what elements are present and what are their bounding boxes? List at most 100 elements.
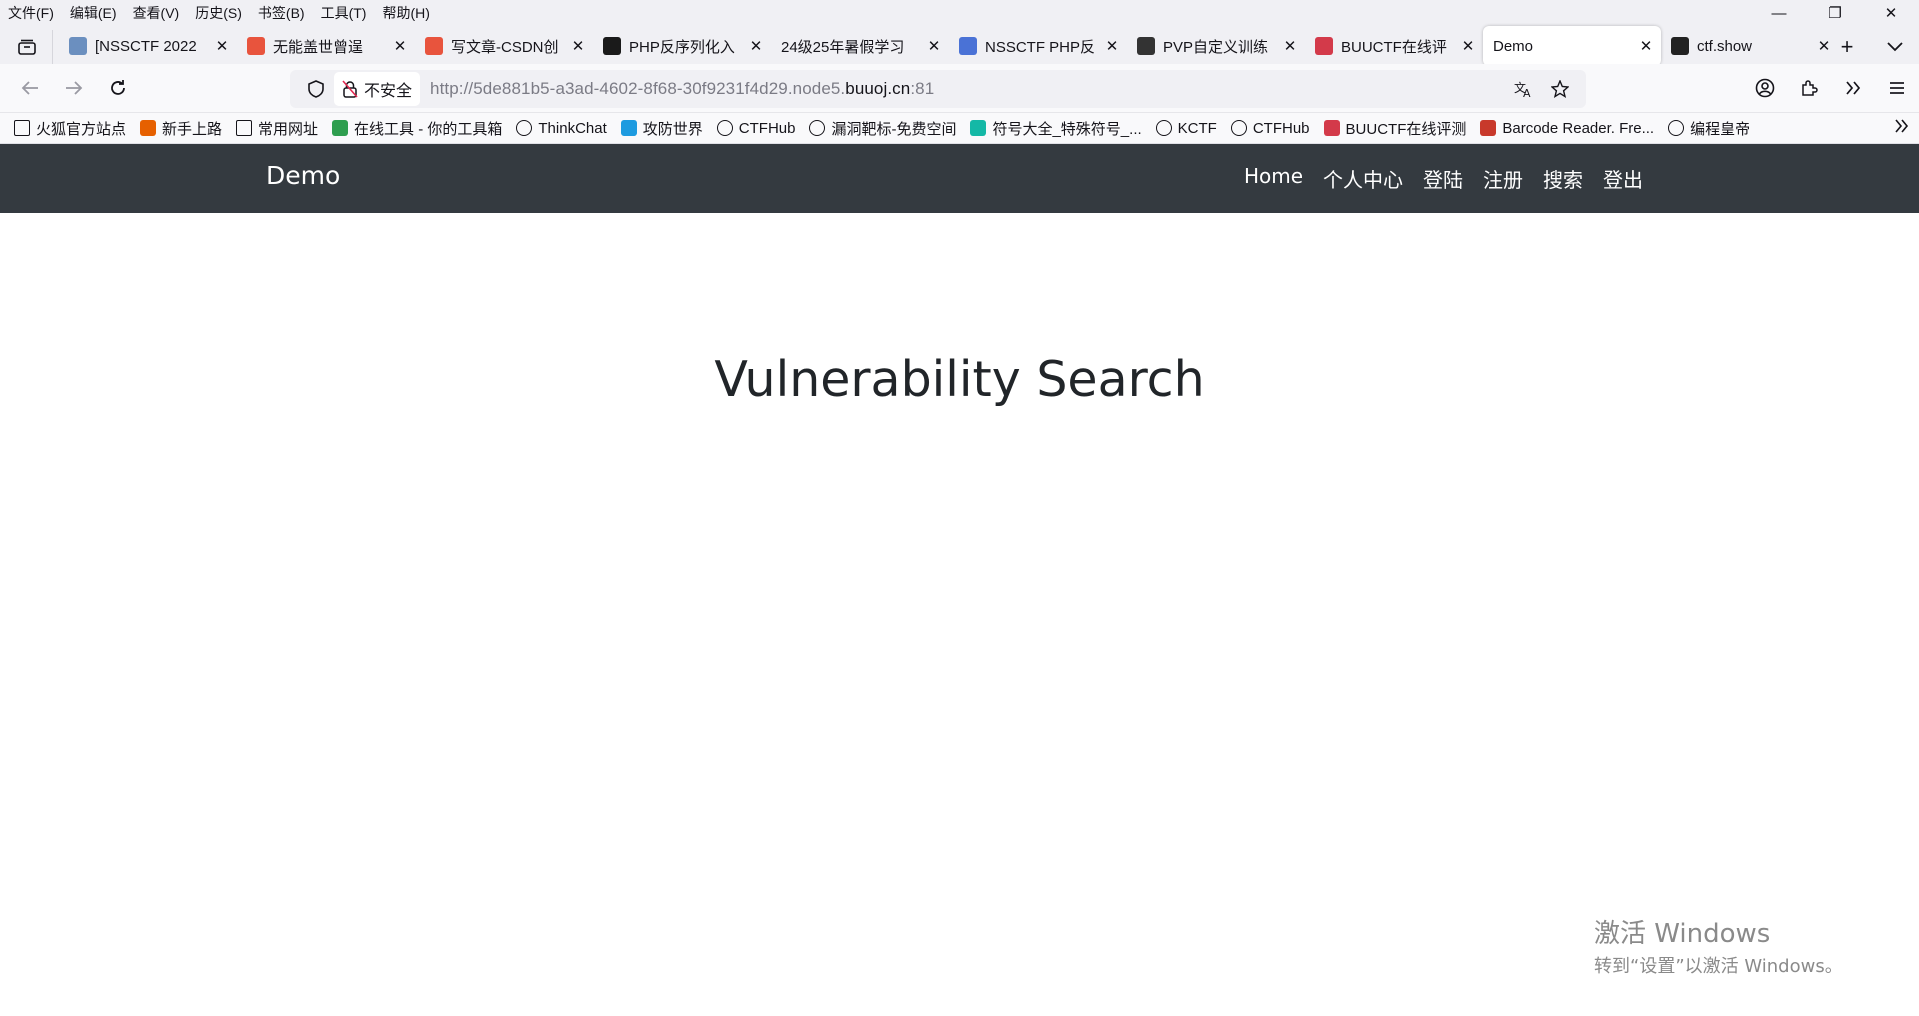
list-all-tabs-button[interactable] [1871,30,1919,64]
bookmark-star-button[interactable] [1542,80,1578,98]
arrow-left-icon [21,81,38,95]
firefox-view-button[interactable] [10,30,44,64]
bookmarks-list: 火狐官方站点 新手上路 常用网址 在线工具 - 你的工具箱 ThinkChat 攻防世界 C… [14,118,1764,139]
close-tab-icon[interactable]: ✕ [391,37,409,55]
menu-view[interactable]: 查看(V) [133,3,180,23]
bookmark-item[interactable]: KCTF [1155,120,1217,137]
app-menu-button[interactable] [1875,81,1919,95]
close-tab-icon[interactable]: ✕ [213,37,231,55]
tab[interactable]: NSSCTF PHP反 ✕ [949,26,1127,66]
ctfhub-icon [1230,120,1247,136]
site-nav-links: Home 个人中心 登陆 注册 搜索 登出 [1224,164,1643,193]
nav-logout-link[interactable]: 登出 [1603,164,1643,193]
translate-icon: 文A [1514,80,1531,98]
tab[interactable]: 24级25年暑假学习 ✕ [771,26,949,66]
tab[interactable]: 写文章-CSDN创 ✕ [415,26,593,66]
tracking-protection-button[interactable] [298,80,334,98]
tab-strip: [NSSCTF 2022 ✕ 无能盖世曾逞 ✕ 写文章-CSDN创 ✕ PHP反序列化入 ✕ 2… [59,26,1839,66]
close-tab-icon[interactable]: ✕ [925,37,943,55]
site-navbar: Demo Home 个人中心 登陆 注册 搜索 登出 [0,144,1919,213]
close-tab-icon[interactable]: ✕ [1637,37,1655,55]
close-tab-icon[interactable]: ✕ [1281,37,1299,55]
tab[interactable]: ctf.show ✕ [1661,26,1839,66]
close-tab-icon[interactable]: ✕ [1103,37,1121,55]
nav-search-link[interactable]: 搜索 [1543,164,1583,193]
tab-title: [NSSCTF 2022 [95,37,197,55]
site-info-button[interactable]: 不安全 [334,72,421,106]
new-tab-button[interactable]: + [1823,30,1871,64]
restore-button[interactable]: ❐ [1807,0,1863,26]
nssctf-icon [959,37,977,55]
tab[interactable]: [NSSCTF 2022 ✕ [59,26,237,66]
bookmark-label: BUUCTF在线评测 [1345,120,1467,138]
bookmark-item[interactable]: BUUCTF在线评测 [1323,118,1467,139]
double-chevron-right-icon [1895,119,1909,133]
bookmark-label: 在线工具 - 你的工具箱 [354,120,503,138]
back-button[interactable] [8,66,52,110]
navigation-toolbar: 不安全 http://5de881b5-a3ad-4602-8f68-30f92… [0,64,1919,113]
flag-icon [1137,37,1155,55]
overflow-menu-button[interactable] [1831,81,1875,95]
menu-history[interactable]: 历史(S) [195,3,242,23]
close-window-button[interactable]: ✕ [1863,0,1919,26]
bookmark-item[interactable]: CTFHub [716,120,795,137]
site-brand[interactable]: Demo [266,161,340,190]
tab-bar: [NSSCTF 2022 ✕ 无能盖世曾逞 ✕ 写文章-CSDN创 ✕ PHP反序列化入 ✕ 2… [0,26,1919,66]
menu-bookmarks[interactable]: 书签(B) [258,3,305,23]
menu-edit[interactable]: 编辑(E) [70,3,117,23]
watermark-title: 激活 Windows [1594,919,1771,949]
nav-profile-link[interactable]: 个人中心 [1323,164,1403,193]
account-icon [1755,78,1775,98]
close-tab-icon[interactable]: ✕ [569,37,587,55]
folder-icon [236,120,253,136]
bookmark-item[interactable]: 攻防世界 [620,118,703,139]
bookmark-item[interactable]: ThinkChat [516,120,607,137]
tab-active[interactable]: Demo ✕ [1483,26,1661,66]
nav-home-link[interactable]: Home [1244,164,1303,193]
menu-tools[interactable]: 工具(T) [321,3,367,23]
forward-button[interactable] [52,66,96,110]
nssctf-icon [69,37,87,55]
nav-login-link[interactable]: 登陆 [1423,164,1463,193]
tab-title: PVP自定义训练 [1163,38,1269,56]
menu-help[interactable]: 帮助(H) [382,3,429,23]
tab-title: 24级25年暑假学习 [781,38,905,56]
bookmark-item[interactable]: Barcode Reader. Fre... [1480,120,1654,137]
tab-title: PHP反序列化入 [629,38,735,56]
bookmark-item[interactable]: 编程皇帝 [1668,118,1750,139]
page-title: Vulnerability Search [714,351,1205,408]
bookmark-item[interactable]: 新手上路 [140,118,222,139]
bookmark-label: 符号大全_特殊符号_... [992,120,1142,138]
tab-separator [52,30,53,64]
bookmark-item[interactable]: 符号大全_特殊符号_... [970,118,1142,139]
star-icon [1551,80,1569,98]
url-bar[interactable]: 不安全 http://5de881b5-a3ad-4602-8f68-30f92… [290,70,1586,108]
bookmark-item[interactable]: 常用网址 [236,118,318,139]
target-icon [809,120,826,136]
close-tab-icon[interactable]: ✕ [1459,37,1477,55]
tab[interactable]: BUUCTF在线评 ✕ [1305,26,1483,66]
nav-register-link[interactable]: 注册 [1483,164,1523,193]
menu-bar: 文件(F) 编辑(E) 查看(V) 历史(S) 书签(B) 工具(T) 帮助(H… [0,0,1919,26]
bookmark-item[interactable]: 漏洞靶标-免费空间 [809,118,956,139]
account-button[interactable] [1743,78,1787,98]
minimize-button[interactable]: — [1751,0,1807,26]
bookmark-item[interactable]: 在线工具 - 你的工具箱 [332,118,502,139]
extensions-button[interactable] [1787,79,1831,97]
tab[interactable]: 无能盖世曾逞 ✕ [237,26,415,66]
reload-button[interactable] [96,66,140,110]
security-label: 不安全 [364,83,413,100]
tab[interactable]: PVP自定义训练 ✕ [1127,26,1305,66]
url-text[interactable]: http://5de881b5-a3ad-4602-8f68-30f9231f4… [430,79,934,99]
close-tab-icon[interactable]: ✕ [747,37,765,55]
bookmarks-overflow-button[interactable] [1895,117,1909,138]
hamburger-menu-icon [1890,82,1904,94]
bookmark-item[interactable]: CTFHub [1230,120,1310,137]
menu-file[interactable]: 文件(F) [8,3,54,23]
tab[interactable]: PHP反序列化入 ✕ [593,26,771,66]
bookmark-item[interactable]: 火狐官方站点 [14,118,126,139]
buuctf-icon [1323,120,1340,136]
translate-button[interactable]: 文A [1506,80,1542,98]
snowflake-icon [1155,120,1172,136]
barcode-icon [1480,120,1497,136]
